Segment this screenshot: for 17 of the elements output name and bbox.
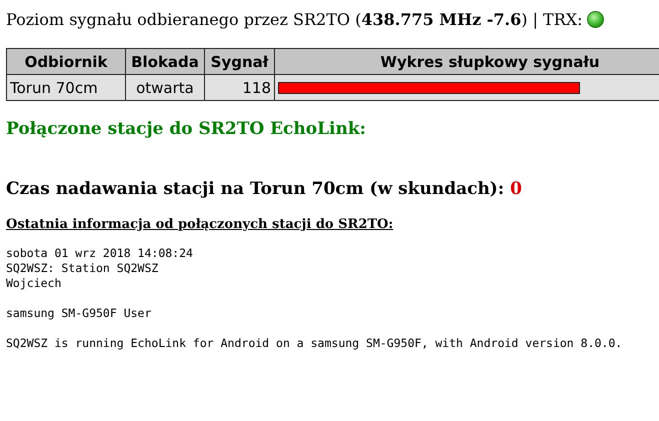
info-line: SQ2WSZ is running EchoLink for Android on a samsung SM-G950F, with Android version 8.0.0. (6, 336, 624, 351)
column-header: Sygnał (204, 48, 274, 74)
transmit-time-label: Czas nadawania stacji na Torun 70cm (w skundach): (6, 179, 504, 199)
table-cell: Torun 70cm (6, 74, 126, 100)
info-line: samsung SM-G950F User (6, 306, 152, 321)
section-heading: Połączone stacje do SR2TO EchoLink: (6, 119, 367, 139)
column-header: Wykres słupkowy sygnału (274, 48, 659, 74)
column-header: Blokada (126, 48, 204, 74)
transmit-time-value: 0 (510, 179, 522, 199)
info-line: sobota 01 wrz 2018 14:08:24 (6, 246, 194, 261)
signal-level-title: Poziom sygnału odbieranego przez SR2TO (438.775 MHz -7.6) | TRX: (6, 10, 583, 29)
table-cell: otwarta (126, 74, 204, 100)
column-header: Odbiornik (6, 48, 126, 74)
info-line: SQ2WSZ: Station SQ2WSZ (6, 261, 160, 276)
table-cell: 118 (204, 74, 274, 100)
info-line: Wojciech (6, 276, 62, 291)
section-heading: Ostatnia informacja od połączonych stacji do SR2TO: (6, 217, 394, 232)
